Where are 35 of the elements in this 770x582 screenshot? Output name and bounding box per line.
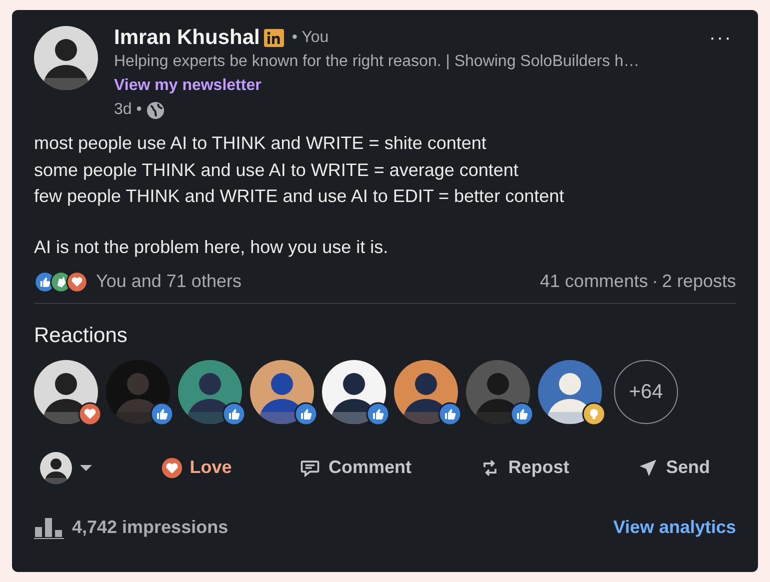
post-text-line: most people use AI to THINK and WRITE = shite content [34,132,488,155]
globe-icon [146,100,165,120]
analytics-link[interactable]: View analytics [613,514,736,540]
post-text-line: few people THINK and WRITE and use AI to EDIT = better content [34,185,566,208]
send-button[interactable]: Send [630,450,716,485]
like-reaction-icon [222,402,246,426]
headline: Helping experts be known for the right reason. | Showing SoloBuilders h… [114,52,640,72]
love-reaction-icon [78,402,102,426]
love-button[interactable]: Love [154,450,238,485]
linkedin-badge-icon [264,29,284,47]
separator-dot: · [652,270,658,293]
more-button[interactable]: ··· [705,28,736,48]
comment-button[interactable]: Comment [293,450,418,485]
bar-chart-icon [34,515,64,539]
like-reaction-icon [294,402,318,426]
post-age: 3d • [114,100,142,120]
connection-label: • You [292,28,329,48]
like-reaction-icon [510,402,534,426]
reposts-count[interactable]: 2 reposts [662,268,736,295]
insightful-reaction-icon [582,402,606,426]
impressions-count[interactable]: 4,742 impressions [72,514,228,540]
newsletter-link[interactable]: View my newsletter [114,77,262,94]
more-reactions-count[interactable]: +64 [614,360,678,424]
like-reaction-icon [366,402,390,426]
post-text-line: some people THINK and use AI to WRITE = average content [34,158,520,182]
love-reaction-icon [66,270,88,292]
author-name[interactable]: Imran Khushal [114,26,260,50]
like-reaction-icon [438,402,462,426]
post-text-line: AI is not the problem here, how you use it is. [34,236,390,259]
reactions-count[interactable]: You and 71 others [96,268,242,295]
comments-count[interactable]: 41 comments [540,268,648,295]
caret-icon [79,464,93,472]
repost-button[interactable]: Repost [473,450,576,485]
like-reaction-icon [150,402,174,426]
section-title: Reactions [34,323,128,349]
